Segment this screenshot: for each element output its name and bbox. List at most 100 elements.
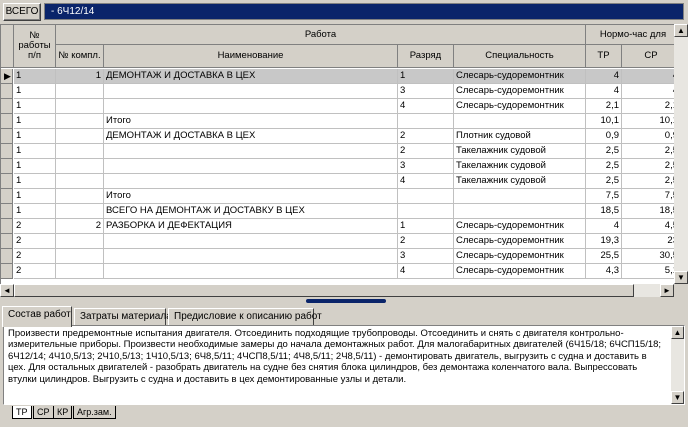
memo-scrollbar[interactable]: ▲ ▼ [671, 326, 684, 404]
cell-r[interactable]: 1 [398, 219, 454, 234]
cell-k[interactable] [56, 234, 104, 249]
cell-k[interactable] [56, 249, 104, 264]
cell-name[interactable]: ВСЕГО НА ДЕМОНТАЖ И ДОСТАВКУ В ЦЕХ [104, 204, 398, 219]
cell-name[interactable] [104, 234, 398, 249]
cell-tr[interactable]: 0,9 [586, 129, 622, 144]
cell-tr[interactable]: 7,5 [586, 189, 622, 204]
cell-spec[interactable]: Слесарь-судоремонтник [454, 234, 586, 249]
cell-spec[interactable]: Такелажник судовой [454, 159, 586, 174]
row-indicator[interactable] [1, 234, 13, 249]
cell-n[interactable]: 1 [14, 144, 56, 159]
table-row[interactable]: 2 2 Слесарь-судоремонтник 19,3 23 [1, 234, 681, 249]
table-row[interactable]: 1 3 Такелажник судовой 2,5 2,5 [1, 159, 681, 174]
cell-n[interactable]: 2 [14, 249, 56, 264]
row-indicator[interactable] [1, 144, 13, 159]
scroll-thumb[interactable] [14, 284, 634, 297]
cell-sr[interactable]: 5,1 [622, 264, 681, 279]
table-row[interactable]: 2 3 Слесарь-судоремонтник 25,5 30,5 [1, 249, 681, 264]
cell-sr[interactable]: 18,5 [622, 204, 681, 219]
scroll-up-icon[interactable]: ▲ [674, 24, 688, 37]
cell-n[interactable]: 1 [14, 69, 56, 84]
row-indicator[interactable] [1, 114, 13, 129]
cell-sr[interactable]: 10,1 [622, 114, 681, 129]
header-razryad[interactable]: Разряд [398, 45, 454, 68]
cell-sr[interactable]: 4 [622, 69, 681, 84]
row-indicator[interactable] [1, 264, 13, 279]
cell-spec[interactable] [454, 204, 586, 219]
cell-spec[interactable]: Такелажник судовой [454, 144, 586, 159]
bottom-tab-tr[interactable]: ТР [12, 406, 32, 419]
cell-tr[interactable]: 18,5 [586, 204, 622, 219]
cell-r[interactable]: 4 [398, 174, 454, 189]
cell-k[interactable] [56, 174, 104, 189]
cell-name[interactable] [104, 249, 398, 264]
cell-n[interactable]: 2 [14, 234, 56, 249]
cell-sr[interactable]: 2,5 [622, 159, 681, 174]
cell-k[interactable] [56, 129, 104, 144]
splitter-grip-icon[interactable] [306, 299, 386, 303]
work-grid[interactable]: № работы п/п Работа Нормо-час для До № к… [0, 24, 688, 297]
splitter[interactable] [0, 297, 688, 306]
cell-k[interactable]: 1 [56, 69, 104, 84]
cell-tr[interactable]: 2,5 [586, 174, 622, 189]
cell-r[interactable]: 3 [398, 249, 454, 264]
cell-tr[interactable]: 25,5 [586, 249, 622, 264]
bottom-tab-kr[interactable]: КР [53, 406, 73, 419]
cell-spec[interactable]: Слесарь-судоремонтник [454, 219, 586, 234]
table-row[interactable]: 1 Итого 10,1 10,1 [1, 114, 681, 129]
cell-sr[interactable]: 4 [622, 84, 681, 99]
cell-sr[interactable]: 2,5 [622, 144, 681, 159]
cell-name[interactable] [104, 174, 398, 189]
table-row[interactable]: ▶ 1 1 ДЕМОНТАЖ И ДОСТАВКА В ЦЕХ 1 Слесарь-суд… [1, 69, 681, 84]
cell-r[interactable]: 2 [398, 234, 454, 249]
row-indicator[interactable] [1, 249, 13, 264]
cell-r[interactable]: 1 [398, 69, 454, 84]
cell-tr[interactable]: 4,3 [586, 264, 622, 279]
cell-k[interactable] [56, 144, 104, 159]
row-indicator[interactable] [1, 189, 13, 204]
table-row[interactable]: 1 4 Слесарь-судоремонтник 2,1 2,1 [1, 99, 681, 114]
cell-spec[interactable]: Слесарь-судоремонтник [454, 69, 586, 84]
cell-tr[interactable]: 4 [586, 84, 622, 99]
cell-spec[interactable] [454, 189, 586, 204]
cell-r[interactable]: 4 [398, 99, 454, 114]
cell-n[interactable]: 2 [14, 264, 56, 279]
table-row[interactable]: 2 2 РАЗБОРКА И ДЕФЕКТАЦИЯ 1 Слесарь-судоремо… [1, 219, 681, 234]
cell-name[interactable] [104, 159, 398, 174]
scroll-left-icon[interactable]: ◄ [0, 284, 14, 297]
path-field[interactable]: - 6Ч12/14 [44, 3, 684, 20]
cell-spec[interactable]: Слесарь-судоремонтник [454, 99, 586, 114]
header-name[interactable]: Наименование [104, 45, 398, 68]
cell-sr[interactable]: 4,5 [622, 219, 681, 234]
cell-n[interactable]: 1 [14, 189, 56, 204]
cell-sr[interactable]: 7,5 [622, 189, 681, 204]
cell-r[interactable]: 3 [398, 84, 454, 99]
row-indicator[interactable] [1, 174, 13, 189]
scroll-down-icon[interactable]: ▼ [674, 271, 688, 284]
cell-n[interactable]: 1 [14, 99, 56, 114]
cell-sr[interactable]: 30,5 [622, 249, 681, 264]
cell-name[interactable]: Итого [104, 114, 398, 129]
grid-horizontal-scrollbar[interactable]: ◄ ► [0, 284, 674, 297]
cell-tr[interactable]: 2,1 [586, 99, 622, 114]
table-row[interactable]: 1 ВСЕГО НА ДЕМОНТАЖ И ДОСТАВКУ В ЦЕХ 18,5 1… [1, 204, 681, 219]
cell-n[interactable]: 1 [14, 129, 56, 144]
cell-k[interactable]: 2 [56, 219, 104, 234]
cell-k[interactable] [56, 84, 104, 99]
cell-sr[interactable]: 23 [622, 234, 681, 249]
bottom-tab-sr[interactable]: СР [33, 406, 54, 419]
cell-n[interactable]: 1 [14, 114, 56, 129]
memo-scroll-down-icon[interactable]: ▼ [671, 391, 684, 404]
cell-name[interactable]: РАЗБОРКА И ДЕФЕКТАЦИЯ [104, 219, 398, 234]
row-indicator[interactable] [1, 84, 13, 99]
cell-tr[interactable]: 4 [586, 219, 622, 234]
header-num[interactable]: № работы п/п [14, 25, 56, 68]
cell-tr[interactable]: 2,5 [586, 144, 622, 159]
bottom-tab-agr[interactable]: Агр.зам. [73, 406, 116, 419]
cell-n[interactable]: 1 [14, 159, 56, 174]
cell-tr[interactable]: 2,5 [586, 159, 622, 174]
cell-name[interactable] [104, 264, 398, 279]
cell-spec[interactable]: Такелажник судовой [454, 174, 586, 189]
cell-n[interactable]: 1 [14, 204, 56, 219]
cell-n[interactable]: 1 [14, 174, 56, 189]
